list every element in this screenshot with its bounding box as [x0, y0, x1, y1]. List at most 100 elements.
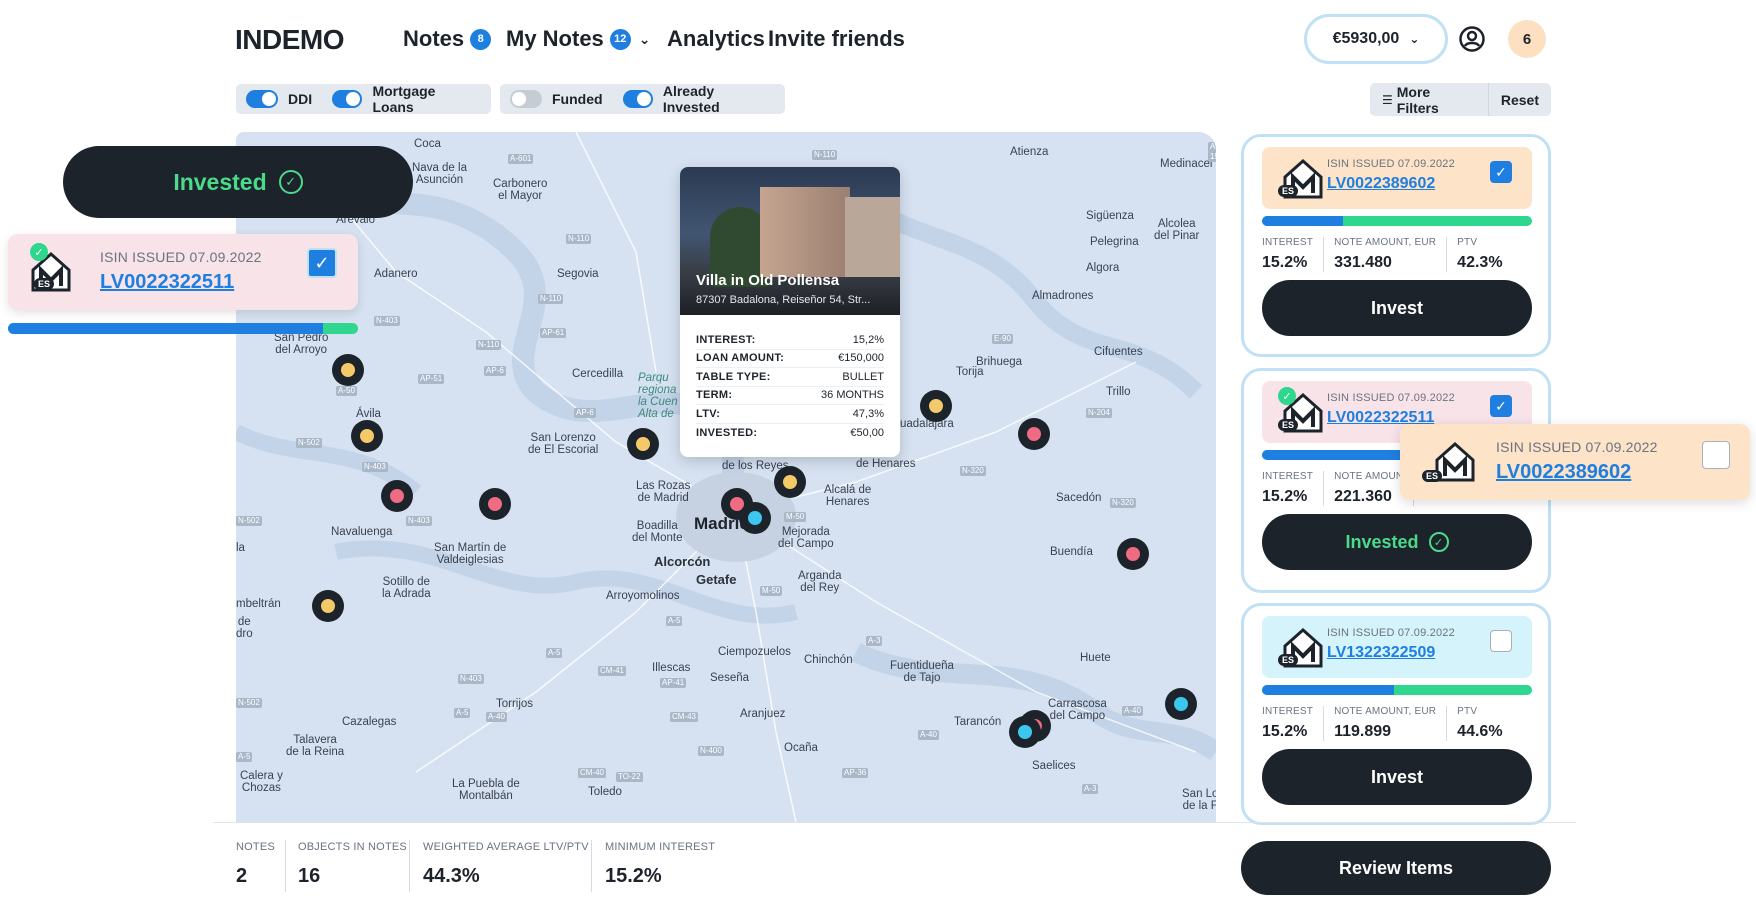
- map-label-lasrozas: Las Rozas de Madrid: [636, 480, 691, 504]
- detail-row: TERM: 36 MONTHS: [696, 387, 884, 405]
- map-label-navaluenga: Navaluenga: [331, 526, 393, 538]
- stat-value: 16: [298, 865, 321, 887]
- toggle-switch[interactable]: [332, 90, 363, 108]
- map-pin[interactable]: [381, 480, 413, 512]
- country-tag-es: ES: [1422, 470, 1443, 482]
- map-label-sotillo: Sotillo de la Adrada: [382, 576, 431, 600]
- isin-link[interactable]: LV1322322509: [1327, 644, 1435, 662]
- map-pin[interactable]: [351, 420, 383, 452]
- invested-button[interactable]: Invested ✓: [1262, 514, 1532, 570]
- select-checkbox[interactable]: ✓: [1490, 161, 1512, 183]
- map-label-ciempozuelos: Ciempozuelos: [718, 646, 791, 658]
- map-pin[interactable]: [332, 354, 364, 386]
- map-label-algora: Algora: [1086, 262, 1120, 274]
- invested-label: Invested: [173, 168, 267, 195]
- select-checkbox[interactable]: ✓: [1490, 395, 1512, 417]
- isin-link[interactable]: LV0022322511: [100, 271, 234, 294]
- sliders-icon: ☰: [1382, 92, 1393, 107]
- stat-ptv: PTV 44.6%: [1457, 706, 1512, 741]
- check-circle-icon: ✓: [1428, 532, 1449, 552]
- balance-dropdown[interactable]: €5930,00 ⌄: [1304, 14, 1448, 64]
- nav-analytics[interactable]: Analytics: [667, 26, 765, 52]
- toggle-mortgage-loans[interactable]: Mortgage Loans: [332, 83, 475, 115]
- toggle-switch[interactable]: [622, 90, 653, 108]
- country-tag-es: ES: [1278, 419, 1299, 431]
- map-label-almadrones: Almadrones: [1032, 290, 1094, 302]
- detail-value: 15,2%: [852, 333, 884, 346]
- map-label-guadalajara: uadalajara: [900, 418, 954, 430]
- map-label-ocana: Ocaña: [784, 742, 818, 754]
- map-label-sesena: Seseña: [710, 672, 750, 684]
- nav-invite-friends[interactable]: Invite friends: [768, 26, 905, 52]
- toggle-switch[interactable]: [246, 90, 278, 108]
- country-tag-es: ES: [34, 278, 55, 290]
- map-pin[interactable]: [1018, 418, 1050, 450]
- map-pin[interactable]: [774, 466, 806, 498]
- isin-link[interactable]: LV0022389602: [1327, 175, 1435, 193]
- toggle-funded[interactable]: Funded: [510, 90, 603, 108]
- nav-my-notes-label: My Notes: [506, 26, 604, 51]
- invested-button-floating[interactable]: Invested ✓: [63, 146, 413, 218]
- pin-dot: [360, 429, 374, 443]
- map-label-parque: Parqu regiona la Cuen Alta de: [638, 372, 678, 420]
- more-filters-button[interactable]: ☰ More Filters: [1370, 83, 1489, 116]
- notifications-badge[interactable]: 6: [1508, 20, 1546, 58]
- review-items-button[interactable]: Review Items: [1241, 841, 1551, 895]
- note-card-floating-right[interactable]: ES ISIN ISSUED 07.09.2022 LV0022389602: [1400, 424, 1750, 500]
- nav-my-notes[interactable]: My Notes 12 ⌄: [506, 26, 651, 52]
- nav-notes[interactable]: Notes 8: [403, 26, 492, 52]
- stat-value: 15.2%: [1262, 254, 1308, 271]
- map-label-sacedon: Sacedón: [1056, 492, 1102, 504]
- check-icon: ✓: [1278, 387, 1296, 405]
- property-details: INTEREST: 15,2% LOAN AMOUNT: €150,000 TABL…: [680, 315, 900, 442]
- brand-logo[interactable]: INDEMO: [235, 24, 345, 56]
- toggle-funded-label: Funded: [552, 91, 603, 107]
- stat-interest: INTEREST 15.2%: [1262, 471, 1325, 506]
- map-label-fuentiduena: Fuentidueña de Tajo: [890, 660, 954, 684]
- toggle-already-invested[interactable]: Already Invested: [622, 83, 769, 115]
- map-pin[interactable]: [920, 390, 952, 422]
- invest-button[interactable]: Invest: [1262, 749, 1532, 805]
- map-label-dedro: de dro: [236, 616, 253, 640]
- note-stats: INTEREST 15.2% NOTE AMOUNT, EUR 119.899 PTV 4…: [1262, 706, 1542, 741]
- map-pin[interactable]: [312, 590, 344, 622]
- cta-label: Invested: [1345, 531, 1419, 552]
- map-label-getafe: Getafe: [696, 572, 737, 587]
- map-label-alcorcon: Alcorcón: [654, 554, 711, 569]
- map-pin[interactable]: [1117, 538, 1149, 570]
- property-tooltip[interactable]: Villa in Old Pollensa 87307 Badalona, Re…: [680, 167, 900, 457]
- map-label-aranjuez: Aranjuez: [740, 708, 786, 720]
- invest-button[interactable]: Invest: [1262, 280, 1532, 336]
- select-checkbox[interactable]: ✓: [307, 248, 337, 278]
- map-pin[interactable]: [627, 428, 659, 460]
- detail-key: LTV:: [696, 407, 721, 420]
- map-label-pelegrina: Pelegrina: [1090, 236, 1139, 248]
- map-label-sanmartin: San Martín de Valdeiglesias: [434, 542, 507, 566]
- detail-row: TABLE TYPE: BULLET: [696, 368, 884, 387]
- stat-note-amount: NOTE AMOUNT, EUR 331.480: [1334, 237, 1448, 272]
- select-checkbox[interactable]: [1490, 630, 1512, 652]
- toggle-ddi[interactable]: DDI: [246, 90, 312, 108]
- select-checkbox[interactable]: [1702, 441, 1730, 469]
- note-card-header: ES ISIN ISSUED 07.09.2022 LV0022389602 ✓: [1262, 147, 1532, 209]
- map-pin[interactable]: [1009, 716, 1041, 748]
- nav-invite-label: Invite friends: [768, 26, 905, 51]
- map-pin[interactable]: [479, 488, 511, 520]
- reset-button[interactable]: Reset: [1489, 83, 1551, 116]
- note-card-floating-left[interactable]: ES ✓ ISIN ISSUED 07.09.2022 LV0022322511…: [8, 234, 358, 310]
- map-pin[interactable]: [739, 502, 771, 534]
- map-label-boadilla: Boadilla del Monte: [632, 520, 683, 544]
- isin-issued-label: ISIN ISSUED 07.09.2022: [1327, 158, 1455, 170]
- detail-value: €150,000: [838, 352, 884, 365]
- toggle-switch[interactable]: [510, 90, 542, 108]
- property-title: Villa in Old Pollensa: [696, 272, 840, 289]
- country-tag-es: ES: [1278, 185, 1299, 197]
- user-icon[interactable]: [1458, 25, 1486, 53]
- stat-value: 44.6%: [1457, 723, 1503, 740]
- stat-label: NOTE AMOUN: [1334, 471, 1404, 482]
- map-label-siguenza: Sigüenza: [1086, 210, 1134, 222]
- map-pin[interactable]: [1165, 688, 1197, 720]
- detail-key: LOAN AMOUNT:: [696, 352, 785, 365]
- map-label-alcala: Alcalá de Henares: [824, 484, 872, 508]
- isin-link[interactable]: LV0022389602: [1496, 461, 1631, 484]
